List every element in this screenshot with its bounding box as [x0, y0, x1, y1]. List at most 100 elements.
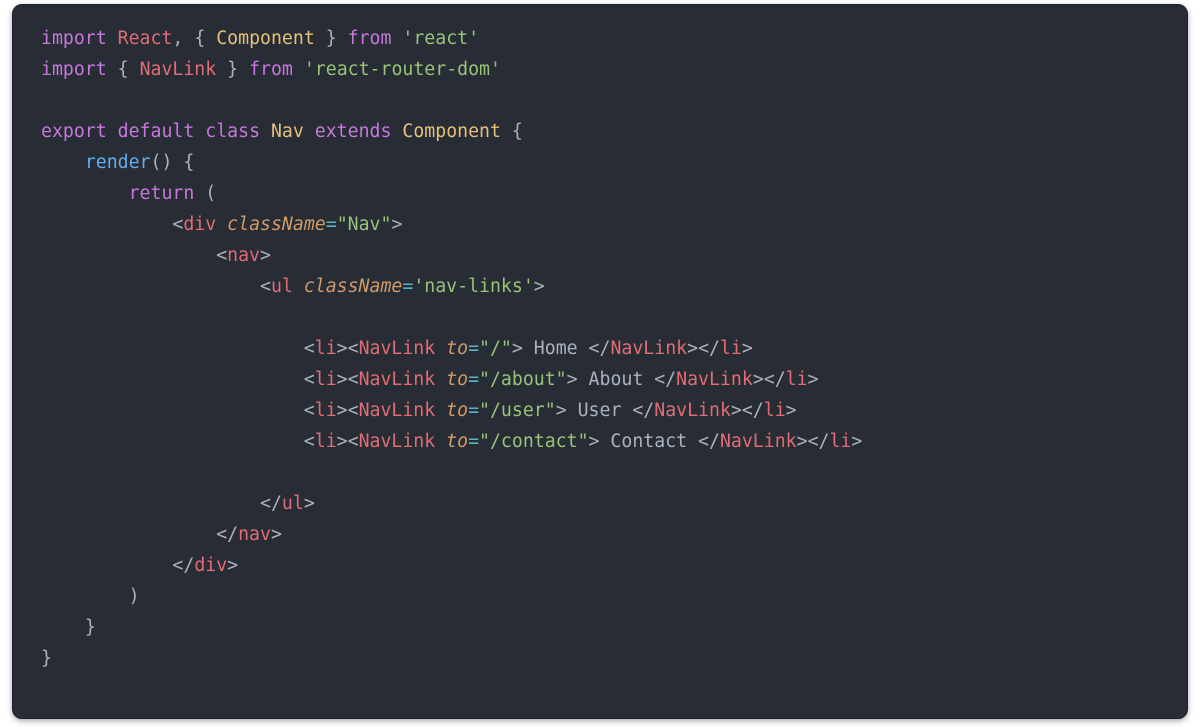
attr-classname: className — [304, 276, 403, 297]
eq: = — [402, 276, 413, 297]
str-nav-class: "Nav" — [337, 214, 392, 235]
brace-close: } — [85, 617, 96, 638]
lt: < — [304, 338, 315, 359]
lt-close: </ — [764, 369, 786, 390]
tag-li-close: li — [829, 431, 851, 452]
eq: = — [468, 431, 479, 452]
gt: > — [731, 400, 742, 421]
str-react: 'react' — [402, 28, 479, 49]
kw-default: default — [118, 121, 195, 142]
attr-to: to — [446, 369, 468, 390]
gt: > — [391, 214, 402, 235]
to-home: "/" — [479, 338, 512, 359]
to-contact: "/contact" — [479, 431, 589, 452]
gt: > — [556, 400, 567, 421]
lt: < — [260, 276, 271, 297]
tag-li: li — [315, 338, 337, 359]
lt: < — [304, 431, 315, 452]
gt: > — [304, 493, 315, 514]
lt: < — [216, 245, 227, 266]
tag-navlink: NavLink — [359, 400, 436, 421]
tag-navlink: NavLink — [359, 338, 436, 359]
ident-nav: Nav — [271, 121, 304, 142]
ident-component: Component — [402, 121, 501, 142]
gt: > — [337, 400, 348, 421]
gt: > — [260, 245, 271, 266]
lt: < — [348, 369, 359, 390]
attr-classname: className — [227, 214, 326, 235]
lt-close: </ — [589, 338, 611, 359]
eq: = — [468, 338, 479, 359]
attr-to: to — [446, 400, 468, 421]
brace-close: } — [41, 648, 52, 669]
eq: = — [326, 214, 337, 235]
gt: > — [227, 555, 238, 576]
lt-close: </ — [632, 400, 654, 421]
brace-close: } — [227, 59, 238, 80]
gt: > — [534, 276, 545, 297]
eq: = — [468, 369, 479, 390]
tag-li-close: li — [786, 369, 808, 390]
lt-close: </ — [698, 431, 720, 452]
tag-ul-close: ul — [282, 493, 304, 514]
gt: > — [742, 338, 753, 359]
attr-to: to — [446, 431, 468, 452]
lt-close: </ — [172, 555, 194, 576]
gt: > — [337, 369, 348, 390]
fn-render: render — [85, 152, 151, 173]
brace-open: { — [194, 28, 205, 49]
lt-close: </ — [216, 524, 238, 545]
kw-from: from — [249, 59, 293, 80]
lt: < — [348, 431, 359, 452]
lt: < — [348, 400, 359, 421]
gt: > — [753, 369, 764, 390]
gt: > — [786, 400, 797, 421]
gt: > — [337, 338, 348, 359]
brace-open: { — [183, 152, 194, 173]
tag-navlink-close: NavLink — [676, 369, 753, 390]
kw-import: import — [41, 28, 107, 49]
gt: > — [808, 369, 819, 390]
attr-to: to — [446, 338, 468, 359]
lt-close: </ — [654, 369, 676, 390]
link-text-home: Home — [523, 338, 589, 359]
to-user: "/user" — [479, 400, 556, 421]
tag-navlink: NavLink — [359, 369, 436, 390]
kw-extends: extends — [315, 121, 392, 142]
gt: > — [687, 338, 698, 359]
tag-div-close: div — [194, 555, 227, 576]
brace-close: } — [326, 28, 337, 49]
paren-close: ) — [129, 586, 140, 607]
kw-export: export — [41, 121, 107, 142]
tag-navlink-close: NavLink — [654, 400, 731, 421]
brace-open: { — [118, 59, 129, 80]
gt: > — [797, 431, 808, 452]
code-snippet-frame: import React, { Component } from 'react'… — [12, 4, 1188, 719]
tag-li: li — [315, 369, 337, 390]
tag-li: li — [315, 400, 337, 421]
lt-close: </ — [260, 493, 282, 514]
kw-return: return — [129, 183, 195, 204]
lt-close: </ — [742, 400, 764, 421]
lt: < — [304, 400, 315, 421]
to-about: "/about" — [479, 369, 567, 390]
tag-div: div — [183, 214, 216, 235]
tag-li-close: li — [764, 400, 786, 421]
kw-from: from — [348, 28, 392, 49]
tag-li: li — [315, 431, 337, 452]
gt: > — [271, 524, 282, 545]
lt: < — [304, 369, 315, 390]
eq: = — [468, 400, 479, 421]
tag-ul: ul — [271, 276, 293, 297]
gt: > — [851, 431, 862, 452]
tag-nav: nav — [227, 245, 260, 266]
lt: < — [348, 338, 359, 359]
gt: > — [589, 431, 600, 452]
parens: () — [151, 152, 173, 173]
lt: < — [172, 214, 183, 235]
gt: > — [512, 338, 523, 359]
ident-navlink: NavLink — [140, 59, 217, 80]
comma: , — [172, 28, 183, 49]
tag-navlink: NavLink — [359, 431, 436, 452]
tag-li-close: li — [720, 338, 742, 359]
